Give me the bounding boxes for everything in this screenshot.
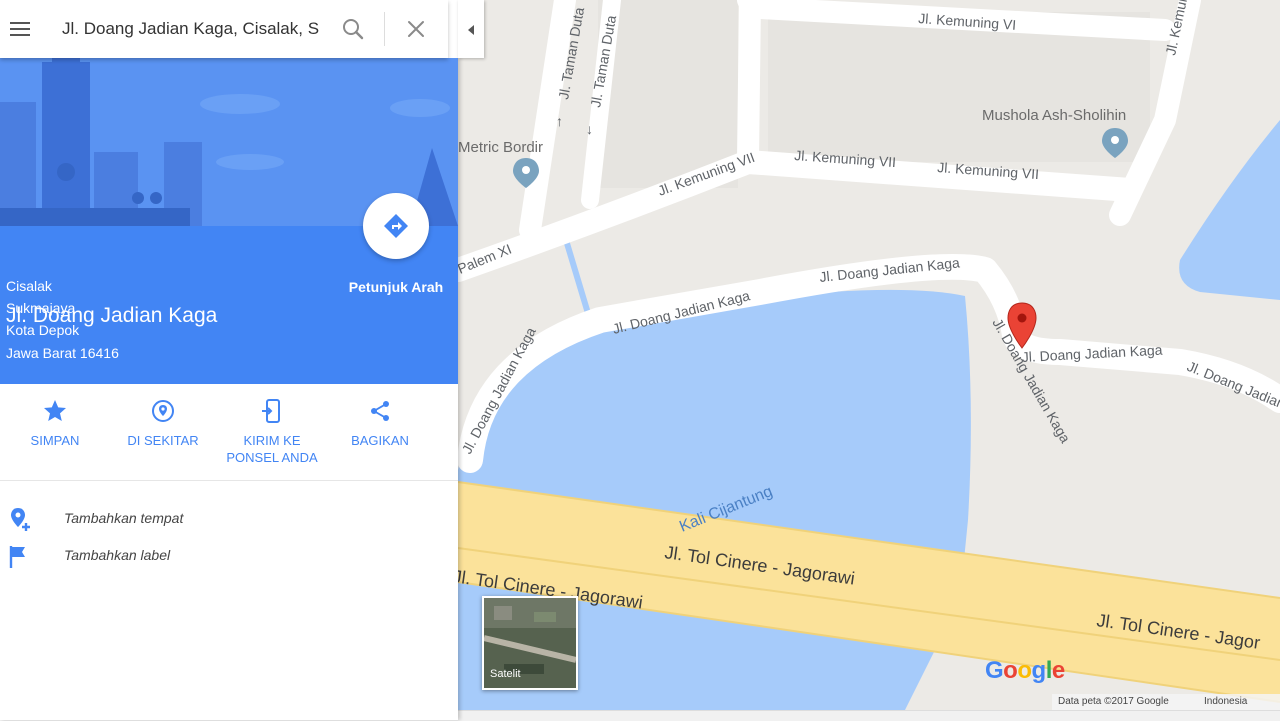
action-label: SIMPAN xyxy=(30,433,80,448)
close-icon[interactable] xyxy=(404,17,428,41)
add-label-label: Tambahkan label xyxy=(64,547,171,563)
search-icon[interactable] xyxy=(342,18,364,40)
poi-label[interactable]: Metric Bordir xyxy=(458,139,543,156)
logo-letter: o xyxy=(1003,657,1018,684)
attribution-data[interactable]: Data peta ©2017 Google xyxy=(1058,696,1169,707)
address-line: Cisalak xyxy=(6,278,52,294)
menu-icon[interactable] xyxy=(8,18,32,40)
nearby-pin-icon xyxy=(152,400,174,422)
share-button[interactable]: BAGIKAN xyxy=(325,398,435,449)
map-attribution: Data peta ©2017 Google Indonesia xyxy=(1052,694,1280,710)
side-panel: Jl. Doang Jadian Kaga Cisalak Sukmajaya … xyxy=(0,0,458,720)
star-icon xyxy=(44,400,66,421)
send-to-phone-icon xyxy=(262,399,280,423)
collapse-arrow-icon xyxy=(468,25,474,35)
add-place-label: Tambahkan tempat xyxy=(64,510,184,526)
send-to-phone-button[interactable]: KIRIM KE PONSEL ANDA xyxy=(217,398,327,466)
satellite-toggle[interactable]: Satelit xyxy=(482,596,578,690)
logo-letter: e xyxy=(1051,657,1065,684)
save-button[interactable]: SIMPAN xyxy=(0,398,110,449)
one-way-arrow-icon: ↓ xyxy=(586,121,593,137)
add-place-row[interactable]: Tambahkan tempat xyxy=(0,500,458,536)
action-label: DI SEKITAR xyxy=(127,433,199,448)
address-line: Sukmajaya xyxy=(6,300,76,316)
action-label: KIRIM KE PONSEL ANDA xyxy=(226,433,318,465)
action-label: BAGIKAN xyxy=(351,433,409,448)
poi-label[interactable]: Mushola Ash-Sholihin xyxy=(982,107,1126,124)
collapse-panel-button[interactable] xyxy=(458,0,484,58)
one-way-arrow-icon: ↑ xyxy=(556,113,563,129)
flag-icon xyxy=(9,546,25,568)
satellite-label: Satelit xyxy=(490,668,521,680)
nearby-button[interactable]: DI SEKITAR xyxy=(108,398,218,449)
logo-letter: o xyxy=(1017,657,1032,684)
directions-button[interactable] xyxy=(363,193,429,259)
search-input[interactable] xyxy=(62,15,324,43)
add-label-row[interactable]: Tambahkan label xyxy=(0,537,458,573)
logo-letter: g xyxy=(1031,657,1047,684)
directions-icon xyxy=(384,214,408,238)
directions-label[interactable]: Petunjuk Arah xyxy=(330,279,462,295)
address-line: Jawa Barat 16416 xyxy=(6,345,119,361)
attribution-region[interactable]: Indonesia xyxy=(1204,696,1247,707)
search-divider xyxy=(384,12,385,46)
place-actions: SIMPAN DI SEKITAR KIRIM KE PONSEL ANDA B… xyxy=(0,384,458,481)
share-icon xyxy=(371,401,389,421)
address-line: Kota Depok xyxy=(6,322,80,338)
google-logo: Google xyxy=(985,657,1065,685)
add-place-icon xyxy=(11,508,30,531)
logo-letter: G xyxy=(985,657,1004,684)
search-box xyxy=(0,0,448,58)
